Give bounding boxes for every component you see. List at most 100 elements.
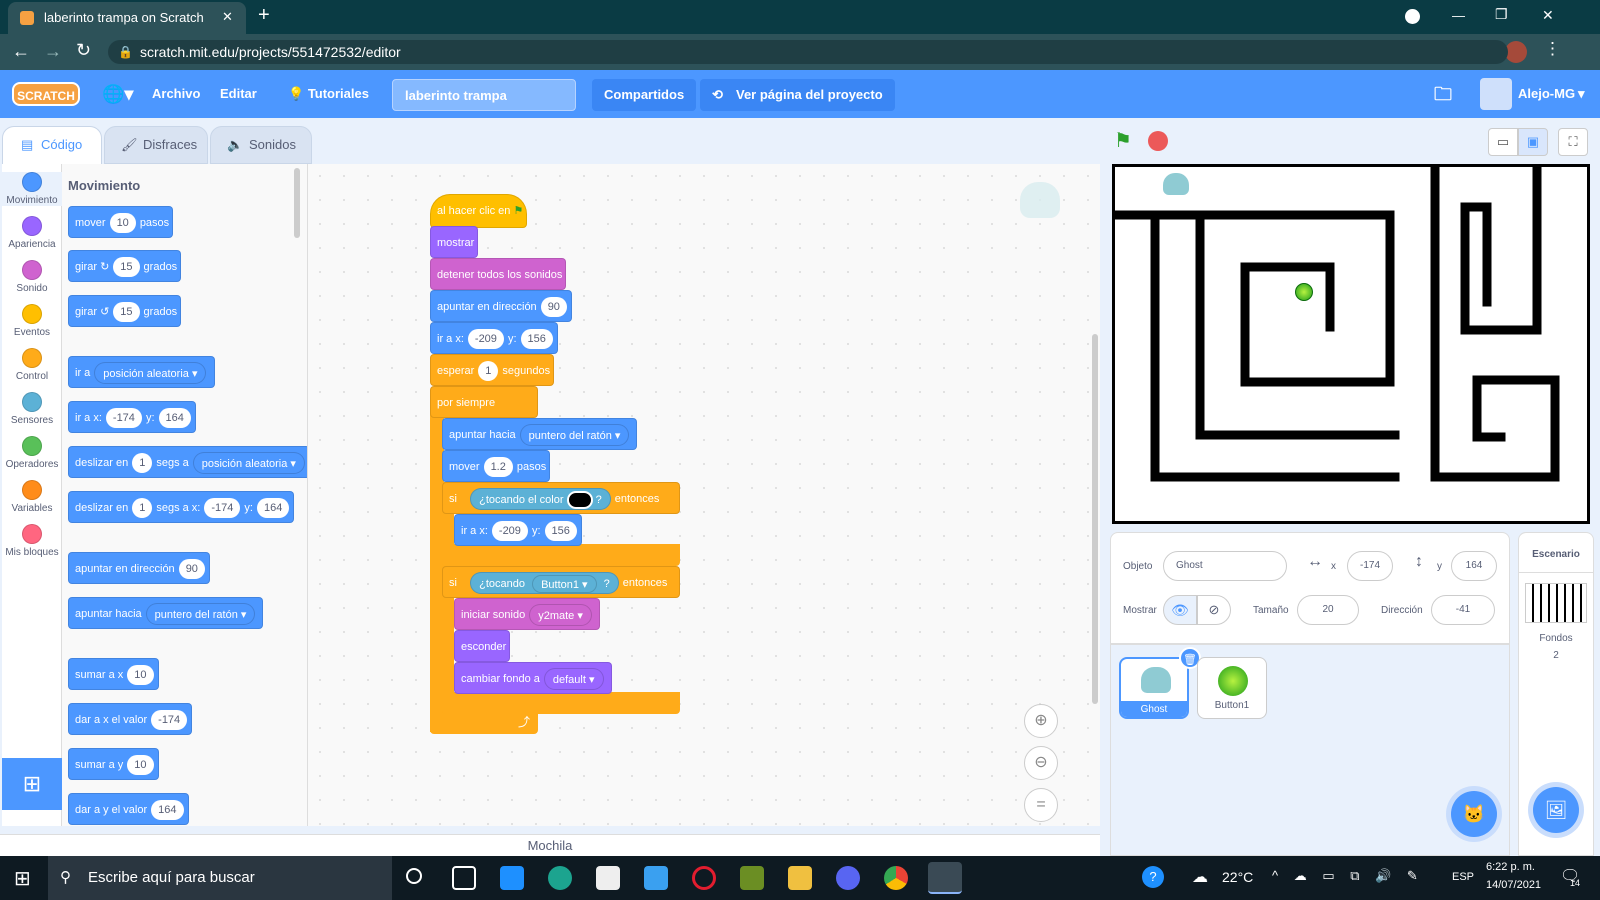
small-stage-button[interactable]: ▭ — [1488, 128, 1518, 156]
category-movimiento[interactable]: Movimiento — [2, 172, 62, 206]
profile-avatar[interactable] — [1505, 41, 1527, 63]
add-extension-button[interactable]: ⊞ — [2, 758, 62, 810]
palette-block-sumar-x[interactable]: sumar a x 10 — [68, 658, 159, 690]
palette-block-girar-left[interactable]: girar ↺ 15 grados — [68, 295, 182, 327]
tab-search-icon[interactable] — [1405, 9, 1420, 24]
category-eventos[interactable]: Eventos — [2, 304, 62, 338]
dd[interactable]: default ▾ — [543, 668, 604, 691]
scratch-logo[interactable]: SCRATCH — [12, 82, 80, 106]
compartidos-button[interactable]: Compartidos — [592, 79, 697, 111]
workspace-scrollbar[interactable] — [1092, 334, 1098, 704]
tab-codigo[interactable]: ▤ Código — [2, 126, 102, 164]
color-swatch[interactable] — [566, 491, 593, 510]
reload-icon[interactable]: ↻ — [76, 40, 91, 61]
script-mover[interactable]: mover 1.2 pasos — [442, 450, 551, 482]
val[interactable]: 90 — [540, 297, 567, 318]
close-button[interactable]: ✕ — [1542, 7, 1554, 24]
help-icon[interactable]: ? — [1142, 866, 1164, 888]
category-mis-bloques[interactable]: Mis bloques — [2, 524, 62, 558]
add-sprite-button[interactable]: 🐱 — [1451, 791, 1497, 837]
dd[interactable]: puntero del ratón ▾ — [145, 603, 256, 626]
palette-block-ir-a[interactable]: ir a posición aleatoria ▾ — [68, 356, 215, 388]
button1-sprite[interactable] — [1295, 283, 1313, 301]
zoom-out-icon[interactable]: ⊖ — [1024, 746, 1058, 780]
discord-icon[interactable] — [836, 866, 860, 890]
cortana-icon[interactable] — [406, 868, 422, 884]
dd[interactable]: puntero del ratón ▾ — [519, 424, 630, 447]
palette-block-dar-y[interactable]: dar a y el valor 164 — [68, 793, 189, 825]
val[interactable]: -209 — [467, 329, 504, 350]
val[interactable]: 15 — [113, 302, 140, 323]
dd[interactable]: posición aleatoria ▾ — [94, 362, 207, 385]
zoom-reset-icon[interactable]: = — [1024, 788, 1058, 822]
file-explorer-icon[interactable] — [788, 866, 812, 890]
code-workspace[interactable]: ⤴ al hacer clic en ⚑ mostrar detener tod… — [308, 164, 1100, 826]
category-variables[interactable]: Variables — [2, 480, 62, 514]
browser-tab[interactable]: laberinto trampa on Scratch ✕ — [8, 2, 246, 34]
script-apuntar-hacia[interactable]: apuntar hacia puntero del ratón ▾ — [442, 418, 638, 450]
val[interactable]: 10 — [127, 665, 154, 686]
opera-icon[interactable] — [692, 866, 716, 890]
fullscreen-button[interactable]: ⛶ — [1558, 128, 1588, 156]
script-ir-a-xy[interactable]: ir a x: -209 y: 156 — [430, 322, 558, 354]
val[interactable]: 1 — [478, 361, 499, 382]
palette-block-apuntar-dir[interactable]: apuntar en dirección 90 — [68, 552, 210, 584]
val[interactable]: 1.2 — [483, 457, 513, 478]
val[interactable]: 164 — [151, 800, 184, 821]
browser-menu-icon[interactable]: ⋮ — [1544, 39, 1561, 59]
script-cambiar-fondo[interactable]: cambiar fondo a default ▾ — [454, 662, 612, 694]
ghost-sprite[interactable] — [1163, 173, 1189, 195]
palette-block-dar-x[interactable]: dar a x el valor -174 — [68, 703, 193, 735]
stage-panel[interactable]: Escenario Fondos 2 🖼 — [1518, 532, 1594, 856]
ver-pagina-button[interactable]: ⟲ Ver página del proyecto — [700, 79, 895, 111]
dd[interactable]: y2mate ▾ — [529, 604, 592, 627]
val[interactable]: 1 — [132, 453, 153, 474]
val[interactable]: 90 — [178, 559, 205, 580]
tab-sonidos[interactable]: 🔈 Sonidos — [210, 126, 312, 164]
val[interactable]: 156 — [520, 329, 553, 350]
minecraft-icon[interactable] — [740, 866, 764, 890]
edge-icon[interactable] — [548, 866, 572, 890]
category-sensores[interactable]: Sensores — [2, 392, 62, 426]
normal-stage-button[interactable]: ▣ — [1518, 128, 1548, 156]
touching-color-condition[interactable]: ¿tocando el color ? — [470, 488, 611, 511]
language-globe-icon[interactable]: 🌐▾ — [102, 70, 133, 118]
maximize-button[interactable]: ❐ — [1495, 6, 1508, 23]
mail-icon[interactable] — [500, 866, 524, 890]
sprite-size-input[interactable]: 20 — [1297, 595, 1359, 625]
sprite-dropdown[interactable]: Button1 ▾ — [532, 575, 597, 594]
palette-block-apuntar-hacia[interactable]: apuntar hacia puntero del ratón ▾ — [68, 597, 264, 629]
script-ir-a-xy-2[interactable]: ir a x: -209 y: 156 — [454, 514, 582, 546]
val[interactable]: -174 — [151, 710, 188, 731]
category-sonido[interactable]: Sonido — [2, 260, 62, 294]
language-indicator[interactable]: ESP — [1452, 871, 1474, 883]
menu-archivo[interactable]: Archivo — [152, 70, 200, 118]
val[interactable]: -174 — [204, 498, 241, 519]
script-si-2[interactable]: si ¿tocando Button1 ▾ ? entonces — [442, 566, 680, 598]
palette-block-deslizar-xy[interactable]: deslizar en 1 segs a x: -174 y: 164 — [68, 491, 295, 523]
green-flag-button[interactable]: ⚑ — [1114, 128, 1132, 153]
sprite-name-input[interactable]: Ghost — [1163, 551, 1287, 581]
val[interactable]: -209 — [491, 521, 528, 542]
sprite-x-input[interactable]: -174 — [1347, 551, 1393, 581]
sprite-tile-button1[interactable]: Button1 — [1197, 657, 1267, 719]
val[interactable]: 1 — [132, 498, 153, 519]
palette-block-girar-right[interactable]: girar ↻ 15 grados — [68, 250, 182, 282]
script-por-siempre[interactable]: por siempre — [430, 386, 538, 418]
script-esperar[interactable]: esperar 1 segundos — [430, 354, 555, 386]
val[interactable]: -174 — [105, 408, 142, 429]
script-hat-flag[interactable]: al hacer clic en ⚑ — [430, 194, 528, 228]
dd[interactable]: posición aleatoria ▾ — [192, 452, 305, 475]
category-apariencia[interactable]: Apariencia — [2, 216, 62, 250]
palette-block-mover[interactable]: mover 10 pasos — [68, 206, 174, 238]
script-esconder[interactable]: esconder — [454, 630, 511, 662]
user-avatar[interactable] — [1480, 78, 1512, 110]
tab-close-icon[interactable]: ✕ — [222, 9, 233, 25]
val[interactable]: 10 — [127, 755, 154, 776]
store-icon[interactable] — [596, 866, 620, 890]
clock-date[interactable]: 14/07/2021 — [1486, 879, 1541, 891]
new-tab-button[interactable]: + — [258, 4, 270, 27]
zoom-in-icon[interactable]: ⊕ — [1024, 704, 1058, 738]
stop-button[interactable] — [1148, 131, 1168, 151]
menu-editar[interactable]: Editar — [220, 70, 257, 118]
